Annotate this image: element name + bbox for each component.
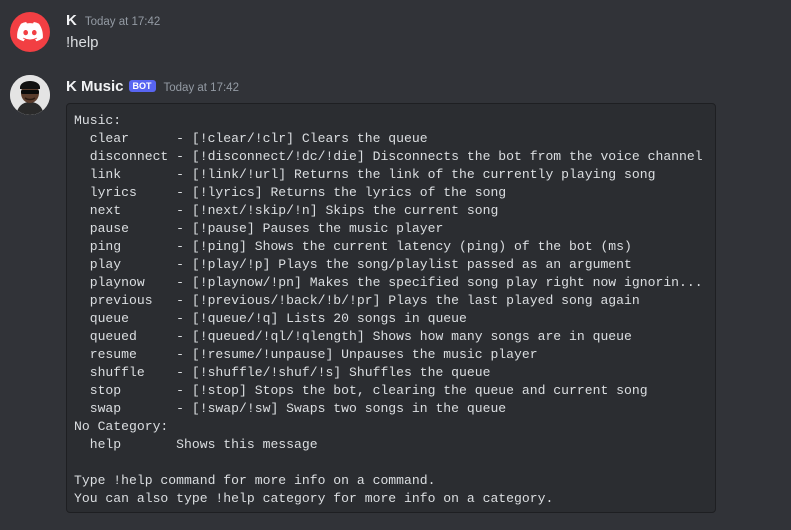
timestamp[interactable]: Today at 17:42 — [164, 82, 239, 94]
bot-badge: BOT — [128, 80, 156, 92]
message-header: K Music BOT Today at 17:42 — [66, 78, 239, 95]
username[interactable]: K — [66, 12, 77, 29]
discord-logo-icon — [17, 22, 43, 42]
bot-avatar[interactable] — [10, 75, 50, 115]
bot-avatar-icon — [10, 75, 50, 115]
message-content: !help — [66, 34, 99, 51]
bot-username[interactable]: K Music — [66, 78, 124, 95]
timestamp[interactable]: Today at 17:42 — [85, 16, 160, 28]
help-text: Music: clear - [!clear/!clr] Clears the … — [74, 113, 703, 506]
user-avatar[interactable] — [10, 12, 50, 52]
message-header: K Today at 17:42 — [66, 12, 160, 29]
help-code-block: Music: clear - [!clear/!clr] Clears the … — [66, 103, 716, 513]
